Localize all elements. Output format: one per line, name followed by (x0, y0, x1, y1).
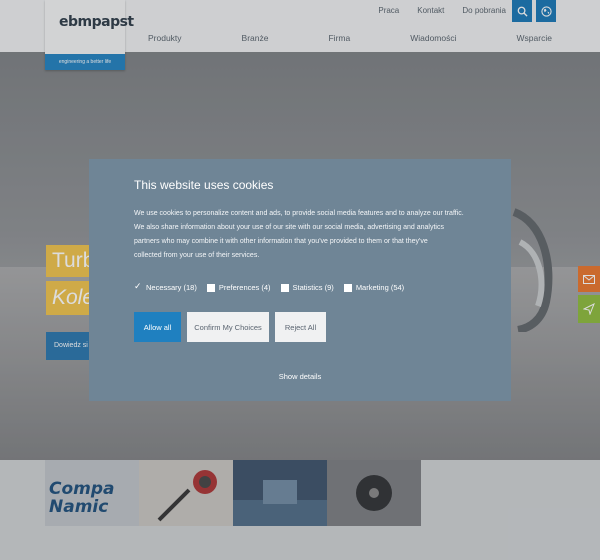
confirm-choices-button[interactable]: Confirm My Choices (187, 312, 269, 342)
allow-all-button[interactable]: Allow all (134, 312, 181, 342)
checkbox-marketing-label: Marketing (54) (355, 283, 405, 292)
cookie-body-line: partners who may combine it with other i… (134, 238, 428, 245)
checkbox-marketing[interactable]: Marketing (54) (343, 283, 405, 292)
checkbox-necessary[interactable]: Necessary (18) (134, 281, 197, 293)
checkbox-preferences[interactable]: Preferences (4) (206, 283, 271, 292)
cookie-dialog: This website uses cookies We use cookies… (89, 159, 511, 401)
cookie-dialog-title: This website uses cookies (134, 178, 274, 192)
cookie-body-line: We also share information about your use… (134, 224, 444, 231)
cookie-body-line: collected from your use of their service… (134, 252, 260, 259)
cookie-category-checkboxes: Necessary (18) Preferences (4) Statistic… (134, 281, 405, 293)
checkbox-box[interactable] (206, 283, 215, 292)
checkbox-box[interactable] (343, 283, 352, 292)
checkbox-necessary-label: Necessary (18) (146, 283, 197, 292)
checkbox-statistics[interactable]: Statistics (9) (280, 283, 334, 292)
reject-all-button[interactable]: Reject All (275, 312, 326, 342)
cookie-body-line: We use cookies to personalize content an… (134, 210, 464, 217)
checkmark-icon[interactable] (134, 281, 142, 292)
checkbox-statistics-label: Statistics (9) (292, 283, 334, 292)
show-details-link[interactable]: Show details (89, 372, 511, 381)
checkbox-box[interactable] (280, 283, 289, 292)
page: Praca Kontakt Do pobrania Produkty Branż… (0, 0, 600, 560)
cookie-dialog-body: We use cookies to personalize content an… (134, 207, 474, 263)
checkbox-preferences-label: Preferences (4) (218, 283, 271, 292)
